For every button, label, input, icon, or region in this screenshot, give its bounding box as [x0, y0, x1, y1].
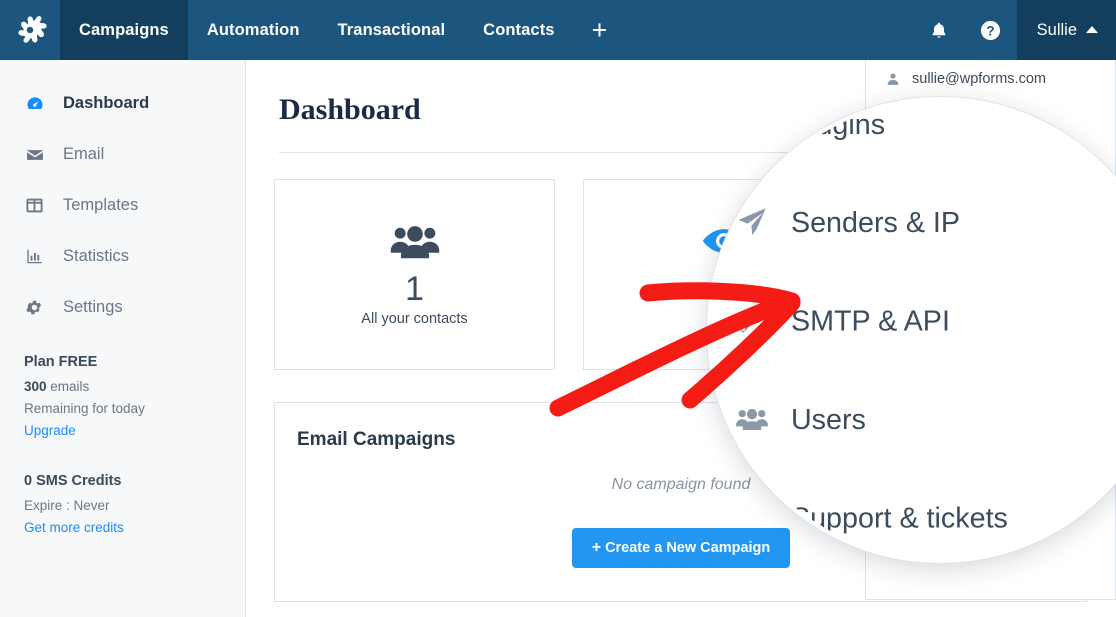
get-more-credits-link[interactable]: Get more credits [24, 520, 221, 535]
sidebar-item-label: Statistics [63, 247, 130, 265]
mag-item-users[interactable]: Users [711, 380, 1116, 458]
users-group-icon [734, 404, 769, 433]
dropdown-account-email-label: sullie@wpforms.com [912, 71, 1046, 87]
plan-block: Plan FREE 300 emails Remaining for today… [0, 354, 245, 438]
plan-emails: 300 emails [24, 379, 221, 394]
nav-item-label: Transactional [337, 20, 446, 39]
nav-item-contacts[interactable]: Contacts [464, 0, 573, 60]
sidebar-item-email[interactable]: Email [0, 129, 245, 180]
sidebar-item-label: Email [63, 145, 105, 163]
wrench-icon [734, 305, 769, 336]
notifications-button[interactable] [913, 0, 965, 60]
stat-card-contacts[interactable]: 1 All your contacts [274, 179, 555, 370]
plan-title: Plan FREE [24, 354, 98, 370]
sidebar-item-templates[interactable]: Templates [0, 180, 245, 231]
lifebuoy-icon [734, 501, 769, 534]
paper-plane-icon [734, 206, 769, 239]
mag-item-support-tickets[interactable]: Support & tickets [711, 478, 1116, 556]
sidebar-item-label: Settings [63, 298, 123, 316]
user-icon [884, 72, 901, 86]
dropdown-account-email[interactable]: sullie@wpforms.com [866, 60, 1115, 98]
sidebar-item-statistics[interactable]: Statistics [0, 231, 245, 282]
stat-card-value: 1 [405, 269, 424, 308]
nav-item-campaigns[interactable]: Campaigns [60, 0, 188, 60]
sms-credits-block: 0 SMS Credits Expire : Never Get more cr… [0, 473, 245, 535]
group-users-icon [390, 222, 440, 265]
envelope-icon [24, 145, 45, 165]
nav-item-label: Campaigns [79, 20, 169, 39]
mag-item-label: Senders & IP [790, 205, 961, 239]
sms-note: Expire : Never [24, 498, 110, 513]
sidebar-item-label: Dashboard [63, 94, 150, 112]
mag-item-smtp-api[interactable]: SMTP & API [711, 281, 1116, 359]
help-button[interactable]: ? [965, 0, 1017, 60]
add-new-button[interactable]: + [574, 0, 626, 60]
plus-icon: + [591, 539, 602, 556]
dashboard-gauge-icon [24, 94, 45, 114]
plan-emails-suffix: emails [46, 379, 90, 394]
sendinblue-logo[interactable] [0, 0, 60, 60]
upgrade-link[interactable]: Upgrade [24, 423, 221, 438]
mag-item-label: Support & tickets [790, 500, 1008, 534]
sidebar-item-dashboard[interactable]: Dashboard [0, 78, 245, 129]
templates-layout-icon [24, 196, 45, 215]
user-menu-label: Sullie [1036, 20, 1077, 39]
mag-item-plugins[interactable]: Plugins [711, 101, 1116, 163]
magnifier-zoom-circle: Plugins Senders & IP SMTP & API Users Su… [707, 97, 1116, 563]
plan-emails-amount: 300 [24, 379, 47, 394]
stat-card-label: All your contacts [361, 311, 468, 328]
nav-item-transactional[interactable]: Transactional [319, 0, 465, 60]
help-circle-icon: ? [981, 20, 1001, 40]
mag-item-label: SMTP & API [790, 303, 950, 337]
nav-item-label: Automation [206, 20, 300, 39]
mag-item-senders-ip[interactable]: Senders & IP [711, 183, 1116, 261]
sidebar-item-label: Templates [63, 196, 139, 214]
plan-note: Remaining for today [24, 401, 145, 416]
nav-item-automation[interactable]: Automation [188, 0, 319, 60]
bell-icon [932, 22, 946, 38]
sms-title: 0 SMS Credits [24, 473, 122, 489]
plus-icon: + [591, 14, 608, 45]
app-screen: Campaigns Automation Transactional Conta… [0, 0, 1116, 617]
svg-text:?: ? [987, 23, 995, 38]
mag-item-label: Users [790, 402, 866, 436]
nav-item-label: Contacts [483, 20, 555, 39]
magnifier-content: Plugins Senders & IP SMTP & API Users Su… [711, 101, 1116, 559]
mag-item-label: Plugins [790, 107, 886, 140]
caret-up-icon [1086, 26, 1098, 33]
gear-icon [24, 298, 45, 317]
top-navigation-bar: Campaigns Automation Transactional Conta… [0, 0, 1116, 60]
plug-icon [734, 108, 769, 139]
sidebar-item-settings[interactable]: Settings [0, 282, 245, 333]
sidebar: Dashboard Email Templates Statistics Set… [0, 60, 246, 617]
user-menu-button[interactable]: Sullie [1016, 0, 1116, 60]
bar-chart-icon [24, 247, 45, 266]
